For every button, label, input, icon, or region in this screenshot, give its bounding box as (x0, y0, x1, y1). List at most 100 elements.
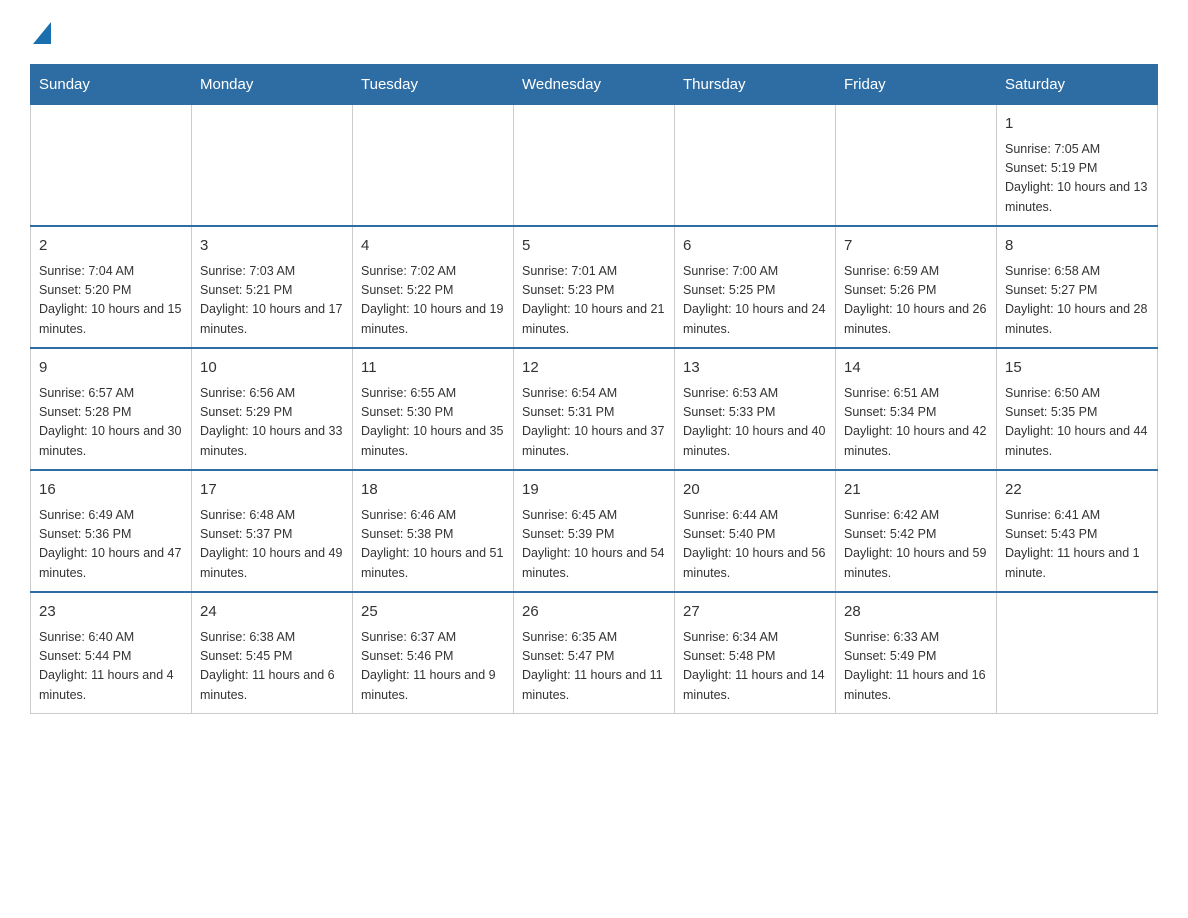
logo-triangle-icon (33, 22, 51, 44)
calendar-cell: 28 Sunrise: 6:33 AM Sunset: 5:49 PM Dayli… (836, 592, 997, 714)
calendar-cell: 13 Sunrise: 6:53 AM Sunset: 5:33 PM Dayli… (675, 348, 836, 470)
day-number: 22 (1005, 479, 1149, 502)
day-info: Sunrise: 6:42 AM Sunset: 5:42 PM Dayligh… (844, 506, 988, 584)
day-number: 1 (1005, 113, 1149, 136)
day-number: 16 (39, 479, 183, 502)
day-number: 25 (361, 601, 505, 624)
day-number: 24 (200, 601, 344, 624)
calendar-cell: 2 Sunrise: 7:04 AM Sunset: 5:20 PM Daylig… (31, 226, 192, 348)
day-of-week-header: Sunday (31, 65, 192, 104)
day-number: 6 (683, 235, 827, 258)
calendar-cell: 17 Sunrise: 6:48 AM Sunset: 5:37 PM Dayli… (192, 470, 353, 592)
day-of-week-header: Saturday (997, 65, 1158, 104)
calendar-cell: 5 Sunrise: 7:01 AM Sunset: 5:23 PM Daylig… (514, 226, 675, 348)
calendar-cell: 11 Sunrise: 6:55 AM Sunset: 5:30 PM Dayli… (353, 348, 514, 470)
calendar-cell: 18 Sunrise: 6:46 AM Sunset: 5:38 PM Dayli… (353, 470, 514, 592)
day-info: Sunrise: 6:53 AM Sunset: 5:33 PM Dayligh… (683, 384, 827, 462)
day-number: 17 (200, 479, 344, 502)
day-info: Sunrise: 6:46 AM Sunset: 5:38 PM Dayligh… (361, 506, 505, 584)
day-of-week-header: Monday (192, 65, 353, 104)
day-info: Sunrise: 6:37 AM Sunset: 5:46 PM Dayligh… (361, 628, 505, 706)
day-info: Sunrise: 6:40 AM Sunset: 5:44 PM Dayligh… (39, 628, 183, 706)
calendar-cell: 22 Sunrise: 6:41 AM Sunset: 5:43 PM Dayli… (997, 470, 1158, 592)
day-number: 28 (844, 601, 988, 624)
calendar-cell: 10 Sunrise: 6:56 AM Sunset: 5:29 PM Dayli… (192, 348, 353, 470)
day-number: 27 (683, 601, 827, 624)
calendar-cell: 3 Sunrise: 7:03 AM Sunset: 5:21 PM Daylig… (192, 226, 353, 348)
day-number: 20 (683, 479, 827, 502)
calendar-cell (353, 104, 514, 226)
day-number: 3 (200, 235, 344, 258)
day-info: Sunrise: 6:56 AM Sunset: 5:29 PM Dayligh… (200, 384, 344, 462)
day-info: Sunrise: 6:54 AM Sunset: 5:31 PM Dayligh… (522, 384, 666, 462)
calendar-cell: 25 Sunrise: 6:37 AM Sunset: 5:46 PM Dayli… (353, 592, 514, 714)
day-info: Sunrise: 7:04 AM Sunset: 5:20 PM Dayligh… (39, 262, 183, 340)
calendar-cell: 6 Sunrise: 7:00 AM Sunset: 5:25 PM Daylig… (675, 226, 836, 348)
day-of-week-header: Friday (836, 65, 997, 104)
day-info: Sunrise: 6:35 AM Sunset: 5:47 PM Dayligh… (522, 628, 666, 706)
calendar-cell: 27Sunrise: 6:34 AM Sunset: 5:48 PM Dayli… (675, 592, 836, 714)
day-info: Sunrise: 6:45 AM Sunset: 5:39 PM Dayligh… (522, 506, 666, 584)
day-info: Sunrise: 7:03 AM Sunset: 5:21 PM Dayligh… (200, 262, 344, 340)
calendar-week-row: 2 Sunrise: 7:04 AM Sunset: 5:20 PM Daylig… (31, 226, 1158, 348)
day-info: Sunrise: 6:44 AM Sunset: 5:40 PM Dayligh… (683, 506, 827, 584)
day-of-week-header: Tuesday (353, 65, 514, 104)
day-number: 4 (361, 235, 505, 258)
day-number: 26 (522, 601, 666, 624)
calendar-cell (514, 104, 675, 226)
day-info: Sunrise: 7:05 AM Sunset: 5:19 PM Dayligh… (1005, 140, 1149, 218)
day-info: Sunrise: 6:33 AM Sunset: 5:49 PM Dayligh… (844, 628, 988, 706)
calendar-week-row: 23 Sunrise: 6:40 AM Sunset: 5:44 PM Dayli… (31, 592, 1158, 714)
calendar-cell (31, 104, 192, 226)
day-number: 11 (361, 357, 505, 380)
day-number: 13 (683, 357, 827, 380)
day-info: Sunrise: 7:01 AM Sunset: 5:23 PM Dayligh… (522, 262, 666, 340)
day-of-week-header: Wednesday (514, 65, 675, 104)
calendar-cell: 26 Sunrise: 6:35 AM Sunset: 5:47 PM Dayli… (514, 592, 675, 714)
calendar-cell (836, 104, 997, 226)
calendar-cell: 23 Sunrise: 6:40 AM Sunset: 5:44 PM Dayli… (31, 592, 192, 714)
day-info: Sunrise: 6:48 AM Sunset: 5:37 PM Dayligh… (200, 506, 344, 584)
day-number: 7 (844, 235, 988, 258)
calendar-week-row: 1 Sunrise: 7:05 AM Sunset: 5:19 PM Daylig… (31, 104, 1158, 226)
day-info: Sunrise: 6:38 AM Sunset: 5:45 PM Dayligh… (200, 628, 344, 706)
calendar-cell (192, 104, 353, 226)
day-info: Sunrise: 6:41 AM Sunset: 5:43 PM Dayligh… (1005, 506, 1149, 584)
day-info: Sunrise: 6:49 AM Sunset: 5:36 PM Dayligh… (39, 506, 183, 584)
day-info: Sunrise: 6:57 AM Sunset: 5:28 PM Dayligh… (39, 384, 183, 462)
calendar-header-row: SundayMondayTuesdayWednesdayThursdayFrid… (31, 65, 1158, 104)
day-info: Sunrise: 6:58 AM Sunset: 5:27 PM Dayligh… (1005, 262, 1149, 340)
day-number: 5 (522, 235, 666, 258)
calendar-cell: 19 Sunrise: 6:45 AM Sunset: 5:39 PM Dayli… (514, 470, 675, 592)
day-number: 2 (39, 235, 183, 258)
day-number: 9 (39, 357, 183, 380)
calendar-week-row: 9 Sunrise: 6:57 AM Sunset: 5:28 PM Daylig… (31, 348, 1158, 470)
day-info: Sunrise: 6:59 AM Sunset: 5:26 PM Dayligh… (844, 262, 988, 340)
day-info: Sunrise: 6:51 AM Sunset: 5:34 PM Dayligh… (844, 384, 988, 462)
calendar-cell: 15 Sunrise: 6:50 AM Sunset: 5:35 PM Dayli… (997, 348, 1158, 470)
calendar-week-row: 16 Sunrise: 6:49 AM Sunset: 5:36 PM Dayli… (31, 470, 1158, 592)
day-number: 21 (844, 479, 988, 502)
calendar-cell: 8Sunrise: 6:58 AM Sunset: 5:27 PM Daylig… (997, 226, 1158, 348)
calendar-cell (675, 104, 836, 226)
day-info: Sunrise: 7:00 AM Sunset: 5:25 PM Dayligh… (683, 262, 827, 340)
calendar-cell: 1 Sunrise: 7:05 AM Sunset: 5:19 PM Daylig… (997, 104, 1158, 226)
calendar-cell: 4 Sunrise: 7:02 AM Sunset: 5:22 PM Daylig… (353, 226, 514, 348)
calendar-cell: 9 Sunrise: 6:57 AM Sunset: 5:28 PM Daylig… (31, 348, 192, 470)
day-number: 23 (39, 601, 183, 624)
day-number: 14 (844, 357, 988, 380)
calendar-cell: 20 Sunrise: 6:44 AM Sunset: 5:40 PM Dayli… (675, 470, 836, 592)
day-of-week-header: Thursday (675, 65, 836, 104)
day-info: Sunrise: 6:55 AM Sunset: 5:30 PM Dayligh… (361, 384, 505, 462)
day-number: 12 (522, 357, 666, 380)
calendar-cell: 16 Sunrise: 6:49 AM Sunset: 5:36 PM Dayli… (31, 470, 192, 592)
page-header (30, 20, 1158, 44)
day-info: Sunrise: 6:50 AM Sunset: 5:35 PM Dayligh… (1005, 384, 1149, 462)
day-number: 18 (361, 479, 505, 502)
day-number: 19 (522, 479, 666, 502)
day-number: 15 (1005, 357, 1149, 380)
day-number: 10 (200, 357, 344, 380)
calendar-cell: 14 Sunrise: 6:51 AM Sunset: 5:34 PM Dayli… (836, 348, 997, 470)
day-info: Sunrise: 7:02 AM Sunset: 5:22 PM Dayligh… (361, 262, 505, 340)
calendar-cell: 12 Sunrise: 6:54 AM Sunset: 5:31 PM Dayli… (514, 348, 675, 470)
